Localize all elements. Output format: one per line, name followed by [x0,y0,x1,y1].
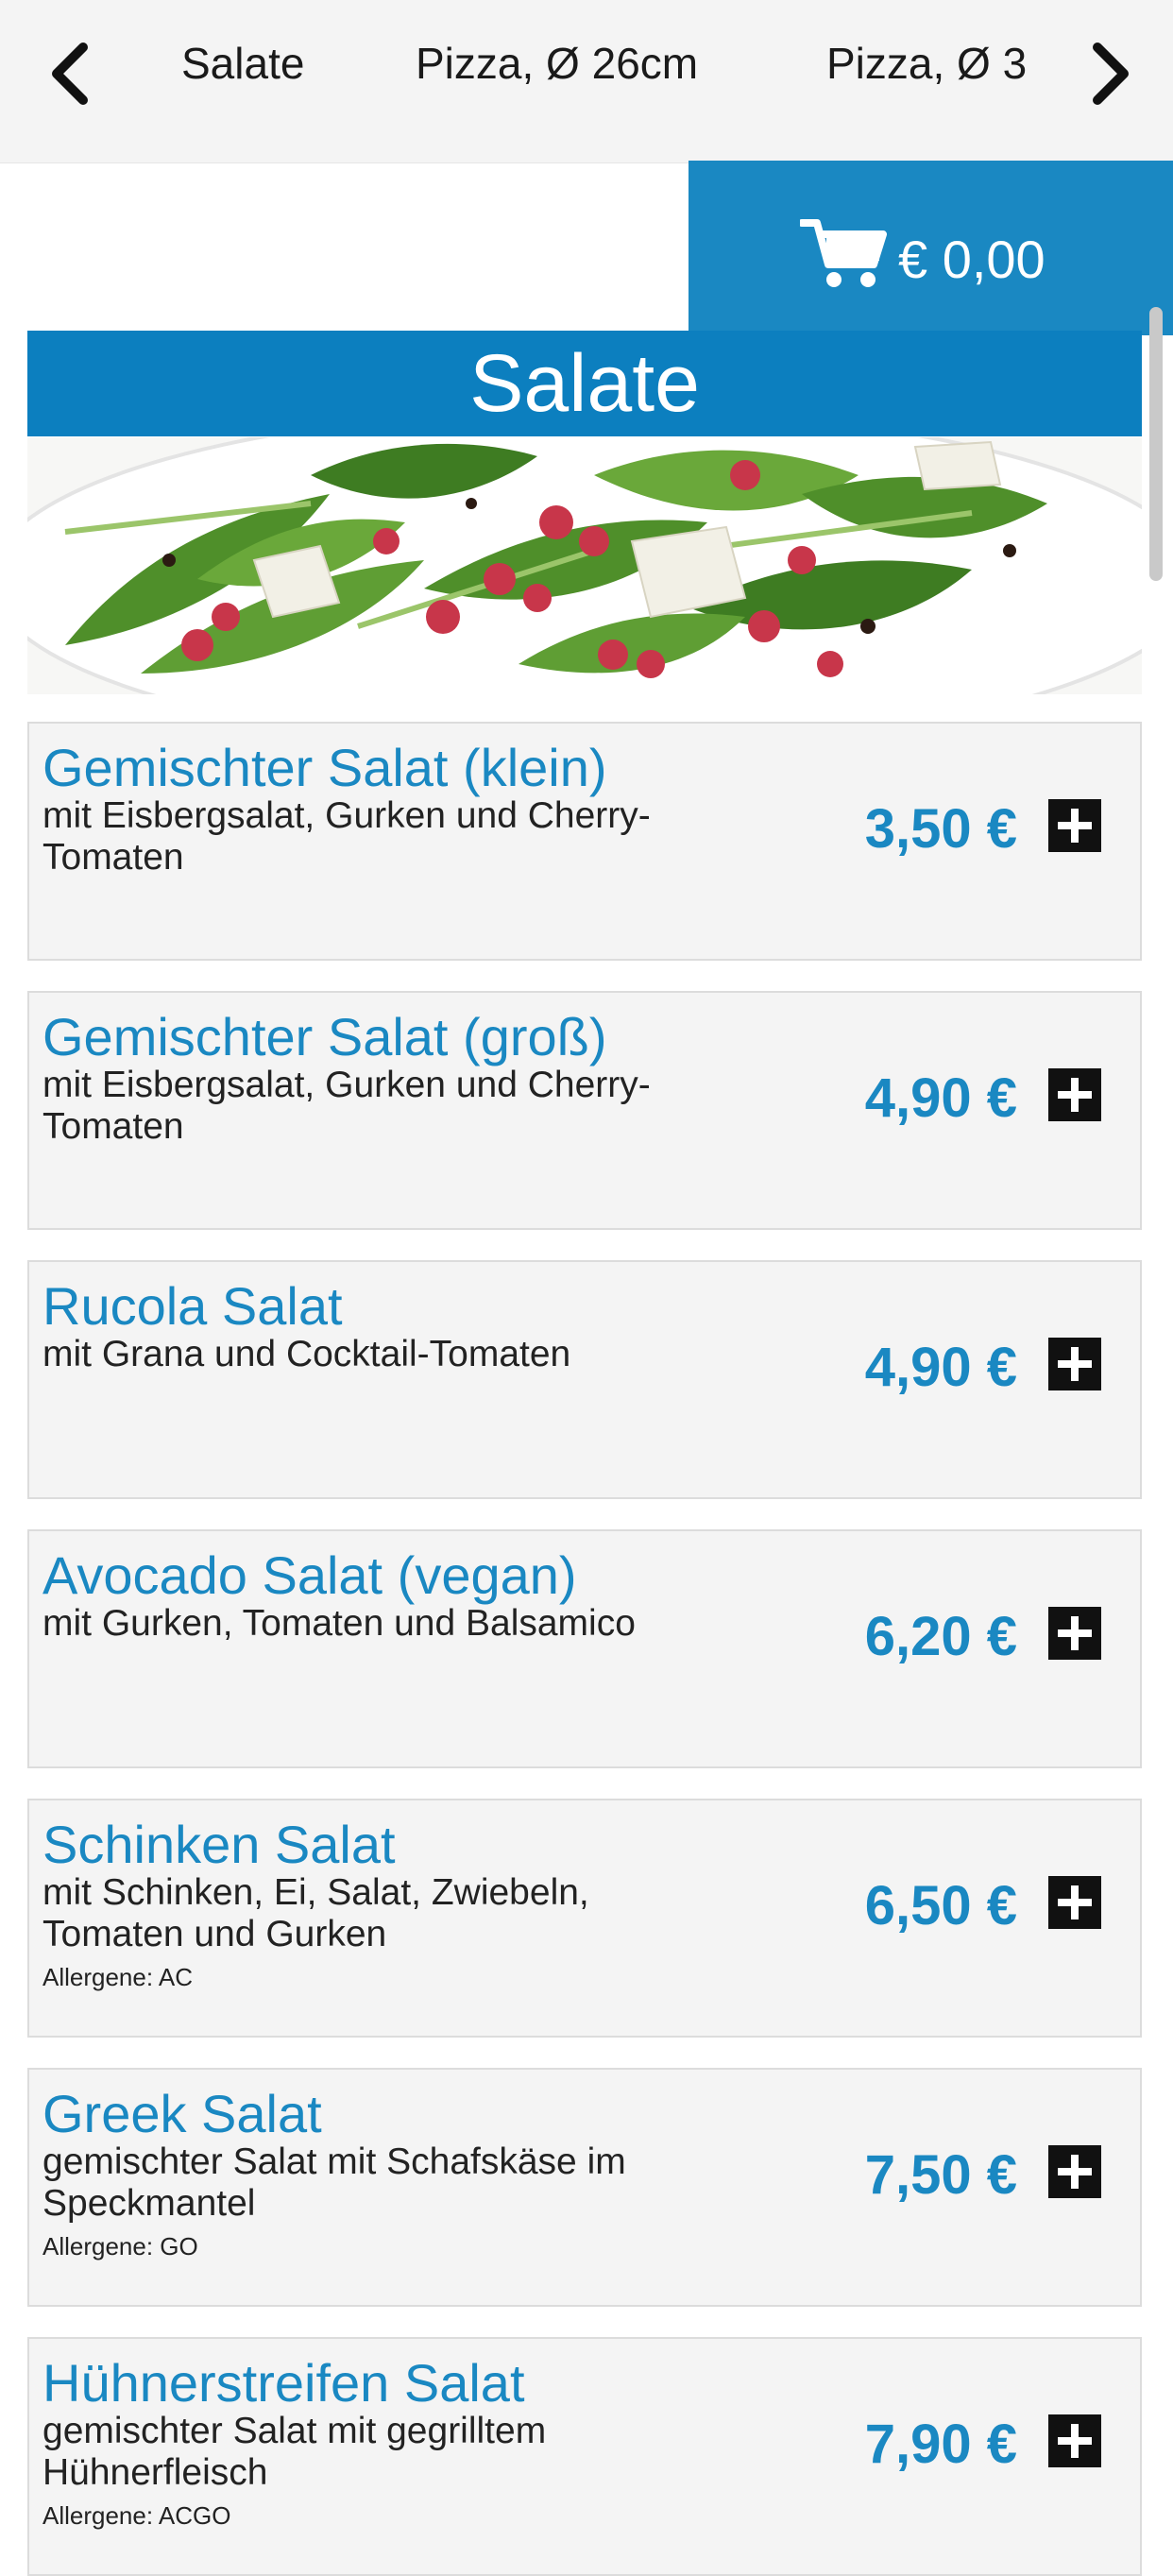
add-to-cart-button[interactable] [1048,1068,1101,1121]
cart-icon [800,219,887,287]
cart-button[interactable]: € 0,00 [688,161,1173,335]
menu-item: Gemischter Salat (groß) mit Eisbergsalat… [27,991,1142,1230]
add-to-cart-button[interactable] [1048,2145,1101,2198]
add-to-cart-button[interactable] [1048,799,1101,852]
item-name: Greek Salat [42,2084,322,2143]
item-price: 4,90 € [864,1337,1017,1398]
item-description: gemischter Salat mit gegrilltem Hühnerfl… [42,2411,547,2493]
item-name: Rucola Salat [42,1276,343,1336]
item-price: 6,20 € [864,1606,1017,1667]
next-category-button[interactable] [1077,36,1143,111]
item-name: Hühnerstreifen Salat [42,2353,525,2413]
item-price: 4,90 € [864,1067,1017,1129]
item-description: gemischter Salat mit Schafskäse im Speck… [42,2141,626,2224]
section-header: Salate [27,331,1142,436]
item-name: Gemischter Salat (groß) [42,1007,607,1066]
scrollbar[interactable] [1149,307,1163,581]
add-to-cart-button[interactable] [1048,1876,1101,1929]
prev-category-button[interactable] [38,36,104,111]
item-description: mit Eisbergsalat, Gurken und Cherry-Toma… [42,1065,651,1147]
menu-item: Hühnerstreifen Salat gemischter Salat mi… [27,2337,1142,2576]
tab-pizza-large[interactable]: Pizza, Ø 3 [826,38,1027,89]
item-price: 7,90 € [864,2414,1017,2475]
item-price: 6,50 € [864,1875,1017,1936]
menu-item: Gemischter Salat (klein) mit Eisbergsala… [27,722,1142,961]
menu-item: Schinken Salat mit Schinken, Ei, Salat, … [27,1799,1142,2038]
menu-item: Rucola Salat mit Grana und Cocktail-Toma… [27,1260,1142,1499]
item-description: mit Schinken, Ei, Salat, Zwiebeln, Tomat… [42,1872,589,1954]
section-title: Salate [469,338,700,429]
item-allergens: Allergene: AC [42,1963,193,1991]
add-to-cart-button[interactable] [1048,1607,1101,1660]
tab-salate[interactable]: Salate [181,38,304,89]
menu-item: Avocado Salat (vegan) mit Gurken, Tomate… [27,1529,1142,1768]
chevron-left-icon [52,43,88,105]
add-to-cart-button[interactable] [1048,2414,1101,2467]
item-name: Avocado Salat (vegan) [42,1545,577,1605]
menu-item: Greek Salat gemischter Salat mit Schafsk… [27,2068,1142,2307]
section-image [27,437,1142,694]
tab-pizza-26cm[interactable]: Pizza, Ø 26cm [416,38,698,89]
chevron-right-icon [1093,43,1129,105]
item-description: mit Eisbergsalat, Gurken und Cherry-Toma… [42,795,651,878]
category-nav-bar: Salate Pizza, Ø 26cm Pizza, Ø 3 [0,0,1173,163]
cart-total: € 0,00 [898,230,1046,289]
item-description: mit Grana und Cocktail-Tomaten [42,1334,571,1374]
item-price: 3,50 € [864,798,1017,860]
category-tabs: Salate Pizza, Ø 26cm Pizza, Ø 3 [142,0,1029,142]
item-allergens: Allergene: GO [42,2232,198,2260]
item-allergens: Allergene: ACGO [42,2501,231,2530]
item-price: 7,50 € [864,2144,1017,2206]
item-name: Gemischter Salat (klein) [42,738,607,797]
item-description: mit Gurken, Tomaten und Balsamico [42,1603,636,1644]
item-name: Schinken Salat [42,1815,396,1874]
add-to-cart-button[interactable] [1048,1338,1101,1390]
